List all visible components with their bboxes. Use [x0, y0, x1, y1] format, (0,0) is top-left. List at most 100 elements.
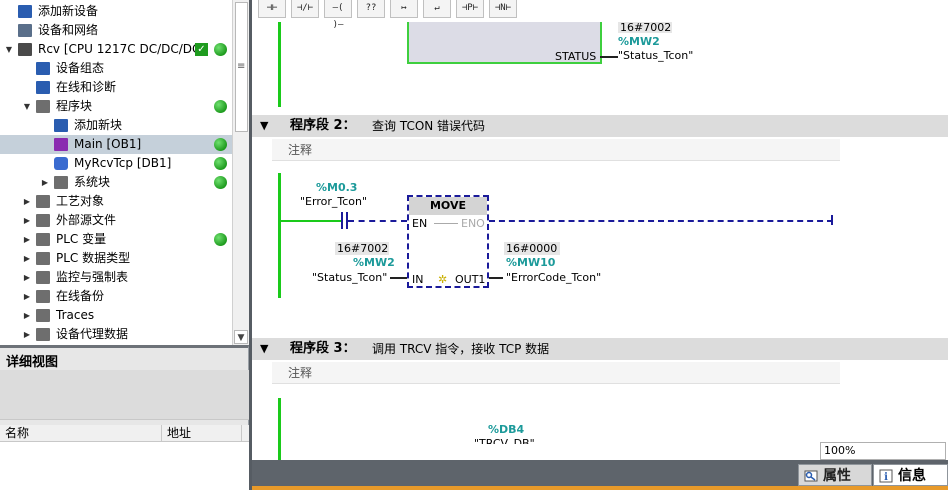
online-status-ok-icon — [214, 157, 227, 170]
collapse-network-2-icon[interactable]: ▼ — [260, 115, 268, 137]
tree-item-label: 设备代理数据 — [56, 327, 129, 341]
expand-arrow-icon[interactable]: ▶ — [22, 211, 32, 230]
move-pin-in: IN — [412, 273, 424, 286]
expand-arrow-icon[interactable]: ▶ — [22, 287, 32, 306]
scroll-down-icon[interactable]: ▼ — [234, 330, 248, 344]
tree-scrollbar[interactable]: ≡ ▼ — [232, 0, 249, 345]
trcv-db-address[interactable]: %DB4 — [488, 423, 524, 436]
tree-item-label: Main [OB1] — [74, 137, 142, 151]
tree-item-label: 设备和网络 — [38, 23, 99, 37]
compiled-check-icon: ✓ — [195, 43, 208, 56]
folder-icon — [36, 271, 50, 284]
column-header-name[interactable]: 名称 — [0, 425, 162, 442]
folder-icon — [36, 252, 50, 265]
expand-arrow-icon[interactable]: ▶ — [22, 230, 32, 249]
network-2-header[interactable]: ▼ 程序段 2： 查询 TCON 错误代码 — [252, 115, 948, 137]
contact-tag[interactable]: "Error_Tcon" — [300, 195, 367, 208]
tree-item-label: 添加新设备 — [38, 4, 99, 18]
online-status-ok-icon — [214, 100, 227, 113]
move-pin-out1: OUT1 — [455, 273, 486, 286]
tree-item-plc-tags[interactable]: ▶ PLC 变量 — [0, 230, 232, 249]
tree-item-label: 监控与强制表 — [56, 270, 129, 284]
out-tag[interactable]: "ErrorCode_Tcon" — [506, 271, 601, 284]
zoom-field[interactable]: 100% — [820, 442, 946, 460]
expand-arrow-icon[interactable]: ▶ — [40, 173, 50, 192]
in-address[interactable]: %MW2 — [353, 256, 395, 269]
tab-info[interactable]: i 信息 — [873, 464, 948, 486]
add-output-icon[interactable]: ✲ — [438, 273, 447, 286]
folder-icon — [36, 214, 50, 227]
tree-item-online-diag[interactable]: 在线和诊断 — [0, 78, 232, 97]
empty-box-icon[interactable]: ?? — [357, 0, 385, 18]
close-branch-icon[interactable]: ↵ — [423, 0, 451, 18]
network-3-name: 程序段 3： — [290, 341, 356, 356]
online-status-ok-icon — [214, 176, 227, 189]
tree-item-technology-objects[interactable]: ▶ 工艺对象 — [0, 192, 232, 211]
coil-icon[interactable]: –( )– — [324, 0, 352, 30]
out-wire — [489, 277, 503, 279]
expand-arrow-icon[interactable]: ▶ — [22, 192, 32, 211]
nc-contact-icon[interactable]: ⊣/⊢ — [291, 0, 319, 18]
detail-view-table: 名称 地址 — [0, 425, 249, 490]
tree-item-device-proxy-data[interactable]: ▶ 设备代理数据 — [0, 325, 232, 344]
collapse-arrow-icon[interactable]: ▼ — [4, 40, 14, 59]
p-contact-icon[interactable]: ⊣P⊢ — [456, 0, 484, 18]
tree-item-system-blocks[interactable]: ▶ 系统块 — [0, 173, 232, 192]
move-instruction-box[interactable]: MOVE EN ENO IN OUT1 ✲ — [407, 195, 489, 288]
contact-address[interactable]: %M0.3 — [316, 181, 357, 194]
network-2-comment[interactable]: 注释 — [272, 139, 840, 161]
status-address[interactable]: %MW2 — [618, 35, 660, 48]
out-hex-value: 16#0000 — [506, 242, 558, 255]
tree-item-main-ob1[interactable]: Main [OB1] — [0, 135, 232, 154]
network-3-header[interactable]: ▼ 程序段 3： 调用 TRCV 指令，接收 TCP 数据 — [252, 338, 948, 360]
tree-item-label: 在线和诊断 — [56, 80, 117, 94]
tree-item-label: PLC 变量 — [56, 232, 107, 246]
expand-arrow-icon[interactable]: ▶ — [22, 325, 32, 344]
tree-item-online-backups[interactable]: ▶ 在线备份 — [0, 287, 232, 306]
tree-item-label: 添加新块 — [74, 118, 123, 132]
out-address[interactable]: %MW10 — [506, 256, 555, 269]
tab-properties[interactable]: 属性 — [798, 464, 872, 486]
network-3-title[interactable]: 调用 TRCV 指令，接收 TCP 数据 — [372, 338, 549, 360]
column-header-address[interactable]: 地址 — [162, 425, 242, 442]
expand-arrow-icon[interactable]: ▶ — [22, 268, 32, 287]
in-tag[interactable]: "Status_Tcon" — [312, 271, 387, 284]
diagnostics-icon — [36, 81, 50, 94]
online-status-ok-icon — [214, 233, 227, 246]
n-contact-icon[interactable]: ⊣N⊢ — [489, 0, 517, 18]
collapse-network-3-icon[interactable]: ▼ — [260, 338, 268, 360]
tree-item-watch-force-tables[interactable]: ▶ 监控与强制表 — [0, 268, 232, 287]
folder-icon — [36, 195, 50, 208]
scroll-grip-icon: ≡ — [237, 61, 246, 72]
no-contact-icon[interactable]: ⊣⊢ — [258, 0, 286, 18]
trcv-db-tag[interactable]: "TRCV_DB" — [474, 437, 535, 444]
tree-item-external-sources[interactable]: ▶ 外部源文件 — [0, 211, 232, 230]
tree-item-device-config[interactable]: 设备组态 — [0, 59, 232, 78]
expand-arrow-icon[interactable]: ▶ — [22, 249, 32, 268]
tree-item-devices-networks[interactable]: 设备和网络 — [0, 21, 232, 40]
tree-item-myrcvtcp-db1[interactable]: MyRcvTcp [DB1] — [0, 154, 232, 173]
tree-item-label: 在线备份 — [56, 289, 105, 303]
online-status-ok-icon — [214, 43, 227, 56]
network-2-title[interactable]: 查询 TCON 错误代码 — [372, 115, 485, 137]
status-wire — [600, 56, 618, 58]
collapse-arrow-icon[interactable]: ▼ — [22, 97, 32, 116]
tree-item-add-block[interactable]: 添加新块 — [0, 116, 232, 135]
status-tag[interactable]: "Status_Tcon" — [618, 49, 693, 62]
tree-item-label: Rcv [CPU 1217C DC/DC/DC] — [38, 42, 206, 56]
tree-item-program-blocks[interactable]: ▼ 程序块 — [0, 97, 232, 116]
network-3-comment[interactable]: 注释 — [272, 362, 840, 384]
tree-item-add-device[interactable]: 添加新设备 — [0, 2, 232, 21]
tree-item-label: 程序块 — [56, 99, 93, 113]
open-branch-icon[interactable]: ↦ — [390, 0, 418, 18]
tree-item-plc-data-types[interactable]: ▶ PLC 数据类型 — [0, 249, 232, 268]
move-pin-en: EN — [412, 217, 428, 230]
expand-arrow-icon[interactable]: ▶ — [22, 306, 32, 325]
tree-item-label: 外部源文件 — [56, 213, 117, 227]
tree-item-label: 系统块 — [74, 175, 111, 189]
tree-item-rcv-plc[interactable]: ▼ Rcv [CPU 1217C DC/DC/DC] ✓ — [0, 40, 232, 59]
svg-text:i: i — [884, 472, 888, 483]
folder-icon — [54, 176, 68, 189]
tree-item-traces[interactable]: ▶ Traces — [0, 306, 232, 325]
properties-icon — [804, 470, 818, 482]
